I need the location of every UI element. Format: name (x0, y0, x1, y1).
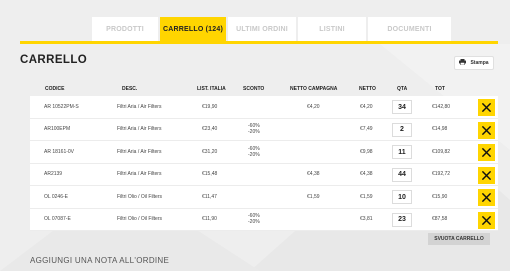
close-icon (482, 193, 491, 202)
cell-list-price: €11,90 (202, 216, 217, 223)
quantity-input[interactable]: 10 (392, 190, 412, 204)
order-note-heading: AGGIUNGI UNA NOTA ALL'ORDINE (30, 256, 170, 265)
table-row: AR 10522PM-S Filtri Aria / Air Filters €… (30, 96, 498, 119)
cell-discount: -60% -20% (248, 213, 260, 225)
header-qty: QTA (397, 86, 408, 92)
close-icon (482, 215, 491, 225)
cell-list-price: €15,48 (202, 171, 218, 178)
cell-net-campaign: €4,38 (307, 171, 320, 178)
cell-desc: Filtri Aria / Air Filters (117, 148, 162, 155)
table-row: AR 18161-0V Filtri Aria / Air Filters €3… (30, 141, 498, 164)
cart-table: CODICE DESC. LIST. ITALIA SCONTO NETTO C… (30, 82, 498, 231)
tab-underline (20, 41, 498, 44)
table-body: AR 10522PM-S Filtri Aria / Air Filters €… (30, 96, 498, 231)
header-list-price: LIST. ITALIA (197, 86, 226, 92)
tab-ultimi-ordini[interactable]: ULTIMI ORDINI (228, 17, 296, 41)
cell-code: AR100EPM (44, 126, 71, 133)
cell-desc: Filtri Aria / Air Filters (117, 126, 162, 133)
cell-list-price: €31,20 (202, 148, 218, 155)
remove-item-button[interactable] (478, 166, 495, 184)
cell-desc: Filtri Olio / Oil Filters (117, 216, 162, 223)
discount-2: -20% (248, 219, 260, 226)
table-row: OL 0246-E Filtri Olio / Oil Filters €11,… (30, 186, 498, 209)
print-button-label: Stampa (470, 60, 489, 66)
cell-code: AR2139 (44, 171, 63, 178)
close-icon (482, 170, 491, 180)
table-row: AR100EPM Filtri Aria / Air Filters €23,4… (30, 118, 498, 141)
close-icon (482, 125, 491, 135)
tab-prodotti[interactable]: PRODOTTI (92, 17, 158, 41)
cell-tot: €15,90 (432, 193, 448, 200)
cell-tot: €109,82 (432, 148, 451, 155)
header-net-campaign: NETTO CAMPAGNA (290, 86, 338, 92)
cell-net: €3,81 (360, 216, 373, 223)
printer-icon (459, 59, 467, 67)
remove-item-button[interactable] (478, 189, 495, 206)
cell-desc: Filtri Aria / Air Filters (117, 171, 162, 178)
cell-discount: -60% -20% (248, 123, 260, 135)
discount-2: -20% (248, 129, 260, 136)
quantity-input[interactable]: 34 (392, 100, 412, 114)
remove-item-button[interactable] (478, 99, 495, 116)
cell-code: OL 07087-E (44, 216, 71, 223)
quantity-input[interactable]: 23 (392, 212, 412, 227)
close-icon (482, 148, 491, 157)
tab-carrello[interactable]: CARRELLO (124) (160, 17, 226, 41)
remove-item-button[interactable] (478, 121, 495, 139)
close-icon (482, 103, 491, 112)
cell-discount: -60% -20% (248, 146, 260, 158)
table-header: CODICE DESC. LIST. ITALIA SCONTO NETTO C… (30, 82, 498, 96)
empty-cart-button[interactable]: SVUOTA CARRELLO (428, 233, 490, 245)
cell-tot: €142,80 (432, 103, 451, 110)
table-row: OL 07087-E Filtri Olio / Oil Filters €11… (30, 208, 498, 231)
quantity-input[interactable]: 44 (392, 167, 412, 182)
cell-tot: €192,72 (432, 171, 451, 178)
cell-code: OL 0246-E (44, 193, 68, 200)
cell-code: AR 18161-0V (44, 148, 75, 155)
cell-tot: €14,98 (432, 126, 448, 133)
cell-tot: €87,58 (432, 216, 448, 223)
cell-net: €9,98 (360, 148, 373, 155)
quantity-input[interactable]: 2 (392, 122, 412, 137)
cell-list-price: €19,90 (202, 103, 218, 110)
cell-net: €7,49 (360, 126, 373, 133)
table-row: AR2139 Filtri Aria / Air Filters €15,48 … (30, 163, 498, 186)
cell-net: €1,59 (360, 193, 373, 200)
print-button[interactable]: Stampa (454, 56, 494, 70)
remove-item-button[interactable] (478, 144, 495, 161)
header-discount: SCONTO (243, 86, 265, 92)
cell-desc: Filtri Aria / Air Filters (117, 103, 162, 110)
cell-code: AR 10522PM-S (44, 103, 79, 110)
header-code: CODICE (45, 86, 65, 92)
header-desc: DESC. (122, 86, 138, 92)
tab-documenti[interactable]: DOCUMENTI (368, 17, 451, 41)
cell-list-price: €11,47 (202, 193, 217, 200)
cell-net: €4,38 (360, 171, 373, 178)
header-net: NETTO (359, 86, 376, 92)
quantity-input[interactable]: 11 (392, 145, 412, 159)
cell-list-price: €23,40 (202, 126, 218, 133)
remove-item-button[interactable] (478, 211, 495, 229)
tab-listini[interactable]: LISTINI (298, 17, 366, 41)
page-title: CARRELLO (20, 54, 88, 66)
cell-net-campaign: €4,20 (307, 103, 320, 110)
main-tabs: PRODOTTI CARRELLO (124) ULTIMI ORDINI LI… (92, 17, 451, 41)
cell-desc: Filtri Olio / Oil Filters (117, 193, 162, 200)
header-tot: TOT (435, 86, 445, 92)
discount-2: -20% (248, 151, 260, 158)
cell-net-campaign: €1,59 (307, 193, 320, 200)
cell-net: €4,20 (360, 103, 373, 110)
